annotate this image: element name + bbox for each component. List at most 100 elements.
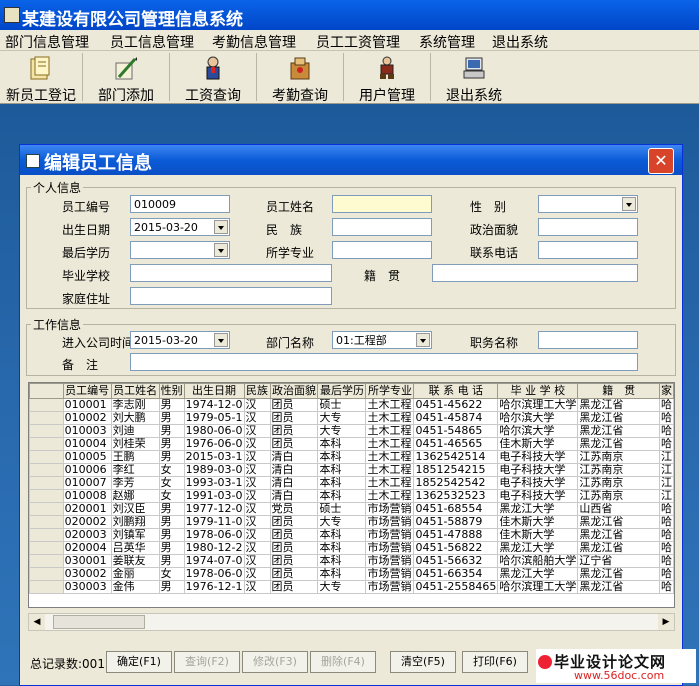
table-row[interactable]: 010004 刘桂荣男 1976-06-0 汉团员 本科 土木工程 0451-46565 佳木…: [29, 437, 674, 451]
table-cell[interactable]: 本科: [317, 437, 367, 451]
table-cell[interactable]: 哈: [658, 424, 674, 438]
table-cell[interactable]: 电子科技大学: [497, 489, 579, 503]
dialog-close-button[interactable]: ✕: [648, 148, 674, 174]
table-horizontal-scrollbar[interactable]: ◀ ▶: [28, 613, 675, 631]
table-cell[interactable]: 市场营销: [365, 528, 415, 542]
table-row[interactable]: 010007 李芳女 1993-03-1 汉清白 本科 土木工程 1852542542 电子科…: [29, 476, 674, 490]
table-cell[interactable]: 刘迪: [110, 424, 160, 438]
join-date-select[interactable]: 2015-03-20: [130, 331, 230, 349]
row-indicator[interactable]: [29, 450, 64, 464]
table-cell[interactable]: 0451-45622: [413, 398, 499, 412]
delete-button[interactable]: 删除(F4): [310, 651, 376, 673]
phone-field[interactable]: [538, 241, 638, 259]
header-emp-name[interactable]: 员工姓名: [110, 383, 160, 399]
table-cell[interactable]: 男: [158, 554, 185, 568]
table-cell[interactable]: 0451-54865: [413, 424, 499, 438]
table-cell[interactable]: 黑龙江省: [577, 411, 660, 425]
table-cell[interactable]: 硕士: [317, 398, 367, 412]
address-field[interactable]: [130, 287, 332, 305]
table-row[interactable]: 030003 金伟男 1976-12-1 汉团员 大专 市场营销 0451-2558465 哈…: [29, 580, 674, 594]
table-cell[interactable]: 汉: [243, 528, 271, 542]
table-cell[interactable]: 江: [658, 476, 674, 490]
table-cell[interactable]: 010007: [62, 476, 112, 490]
table-cell[interactable]: 0451-66354: [413, 567, 499, 581]
header-native[interactable]: 籍 贯: [577, 383, 660, 399]
table-cell[interactable]: 刘汉臣: [110, 502, 160, 516]
employee-table[interactable]: 员工编号 员工姓名 性别 出生日期 民族 政治面貌 最后学历 所学专业 联 系 …: [28, 382, 675, 608]
table-cell[interactable]: 010003: [62, 424, 112, 438]
table-cell[interactable]: 刘鹏翔: [110, 515, 160, 529]
table-cell[interactable]: 010002: [62, 411, 112, 425]
table-cell[interactable]: 黑龙江省: [577, 580, 660, 594]
table-cell[interactable]: 女: [158, 489, 185, 503]
table-cell[interactable]: 黑龙江省: [577, 398, 660, 412]
toolbar-salary-query-button[interactable]: 工资查询: [170, 53, 257, 104]
table-cell[interactable]: 本科: [317, 567, 367, 581]
clear-button[interactable]: 清空(F5): [390, 651, 456, 673]
emp-no-field[interactable]: 010009: [130, 195, 230, 213]
table-cell[interactable]: 辽宁省: [577, 554, 660, 568]
table-cell[interactable]: 汉: [243, 463, 271, 477]
table-cell[interactable]: 男: [158, 541, 185, 555]
table-cell[interactable]: 党员: [269, 502, 319, 516]
table-cell[interactable]: 1980-06-0: [183, 424, 245, 438]
table-row[interactable]: 030002 金丽女 1978-06-0 汉团员 本科 市场营销 0451-66354 黑龙江…: [29, 567, 674, 581]
table-cell[interactable]: 1977-12-0: [183, 502, 245, 516]
table-cell[interactable]: 李芳: [110, 476, 160, 490]
row-indicator[interactable]: [29, 567, 64, 581]
header-politics[interactable]: 政治面貌: [269, 383, 319, 399]
table-cell[interactable]: 江: [658, 463, 674, 477]
table-cell[interactable]: 团员: [269, 515, 319, 529]
table-cell[interactable]: 土木工程: [365, 450, 415, 464]
menu-attendance-info[interactable]: 考勤信息管理: [212, 32, 296, 52]
table-row[interactable]: 010008 赵娜女 1991-03-0 汉清白 本科 土木工程 1362532523 电子科…: [29, 489, 674, 503]
row-indicator[interactable]: [29, 502, 64, 516]
table-cell[interactable]: 1989-03-0: [183, 463, 245, 477]
edu-dropdown-icon[interactable]: [214, 243, 228, 257]
menu-salary[interactable]: 员工工资管理: [316, 32, 400, 52]
table-cell[interactable]: 汉: [243, 541, 271, 555]
table-cell[interactable]: 佳木斯大学: [497, 515, 579, 529]
table-cell[interactable]: 哈: [658, 580, 674, 594]
table-cell[interactable]: 020003: [62, 528, 112, 542]
print-button[interactable]: 打印(F6): [462, 651, 528, 673]
table-cell[interactable]: 1976-06-0: [183, 437, 245, 451]
table-cell[interactable]: 1980-12-2: [183, 541, 245, 555]
table-cell[interactable]: 刘大鹏: [110, 411, 160, 425]
row-indicator[interactable]: [29, 463, 64, 477]
row-indicator[interactable]: [29, 424, 64, 438]
table-cell[interactable]: 哈: [658, 541, 674, 555]
toolbar-attendance-query-button[interactable]: 考勤查询: [257, 53, 344, 104]
header-address[interactable]: 家: [658, 383, 674, 399]
table-cell[interactable]: 王鹏: [110, 450, 160, 464]
table-cell[interactable]: 山西省: [577, 502, 660, 516]
birth-dropdown-icon[interactable]: [214, 220, 228, 234]
table-cell[interactable]: 黑龙江省: [577, 528, 660, 542]
table-cell[interactable]: 汉: [243, 411, 271, 425]
table-row[interactable]: 010003 刘迪男 1980-06-0 汉团员 大专 土木工程 0451-54865 哈尔滨…: [29, 424, 674, 438]
table-cell[interactable]: 江苏南京: [577, 463, 660, 477]
table-cell[interactable]: 030001: [62, 554, 112, 568]
table-cell[interactable]: 哈: [658, 515, 674, 529]
table-cell[interactable]: 0451-2558465: [413, 580, 499, 594]
table-cell[interactable]: 团员: [269, 528, 319, 542]
header-edu[interactable]: 最后学历: [317, 383, 367, 399]
query-button[interactable]: 查询(F2): [174, 651, 240, 673]
table-cell[interactable]: 1978-06-0: [183, 567, 245, 581]
table-cell[interactable]: 电子科技大学: [497, 476, 579, 490]
table-cell[interactable]: 男: [158, 502, 185, 516]
table-cell[interactable]: 女: [158, 463, 185, 477]
table-cell[interactable]: 清白: [269, 450, 319, 464]
table-cell[interactable]: 哈尔滨船舶大学: [497, 554, 579, 568]
table-cell[interactable]: 1979-11-0: [183, 515, 245, 529]
table-cell[interactable]: 男: [158, 398, 185, 412]
table-cell[interactable]: 刘镇军: [110, 528, 160, 542]
confirm-button[interactable]: 确定(F1): [106, 651, 172, 673]
note-field[interactable]: [130, 353, 638, 371]
table-cell[interactable]: 哈: [658, 567, 674, 581]
table-cell[interactable]: 汉: [243, 515, 271, 529]
table-cell[interactable]: 汉: [243, 398, 271, 412]
table-row[interactable]: 020003 刘镇军男 1978-06-0 汉团员 本科 市场营销 0451-47888 佳木…: [29, 528, 674, 542]
table-cell[interactable]: 哈尔滨大学: [497, 424, 579, 438]
table-cell[interactable]: 1974-12-0: [183, 398, 245, 412]
